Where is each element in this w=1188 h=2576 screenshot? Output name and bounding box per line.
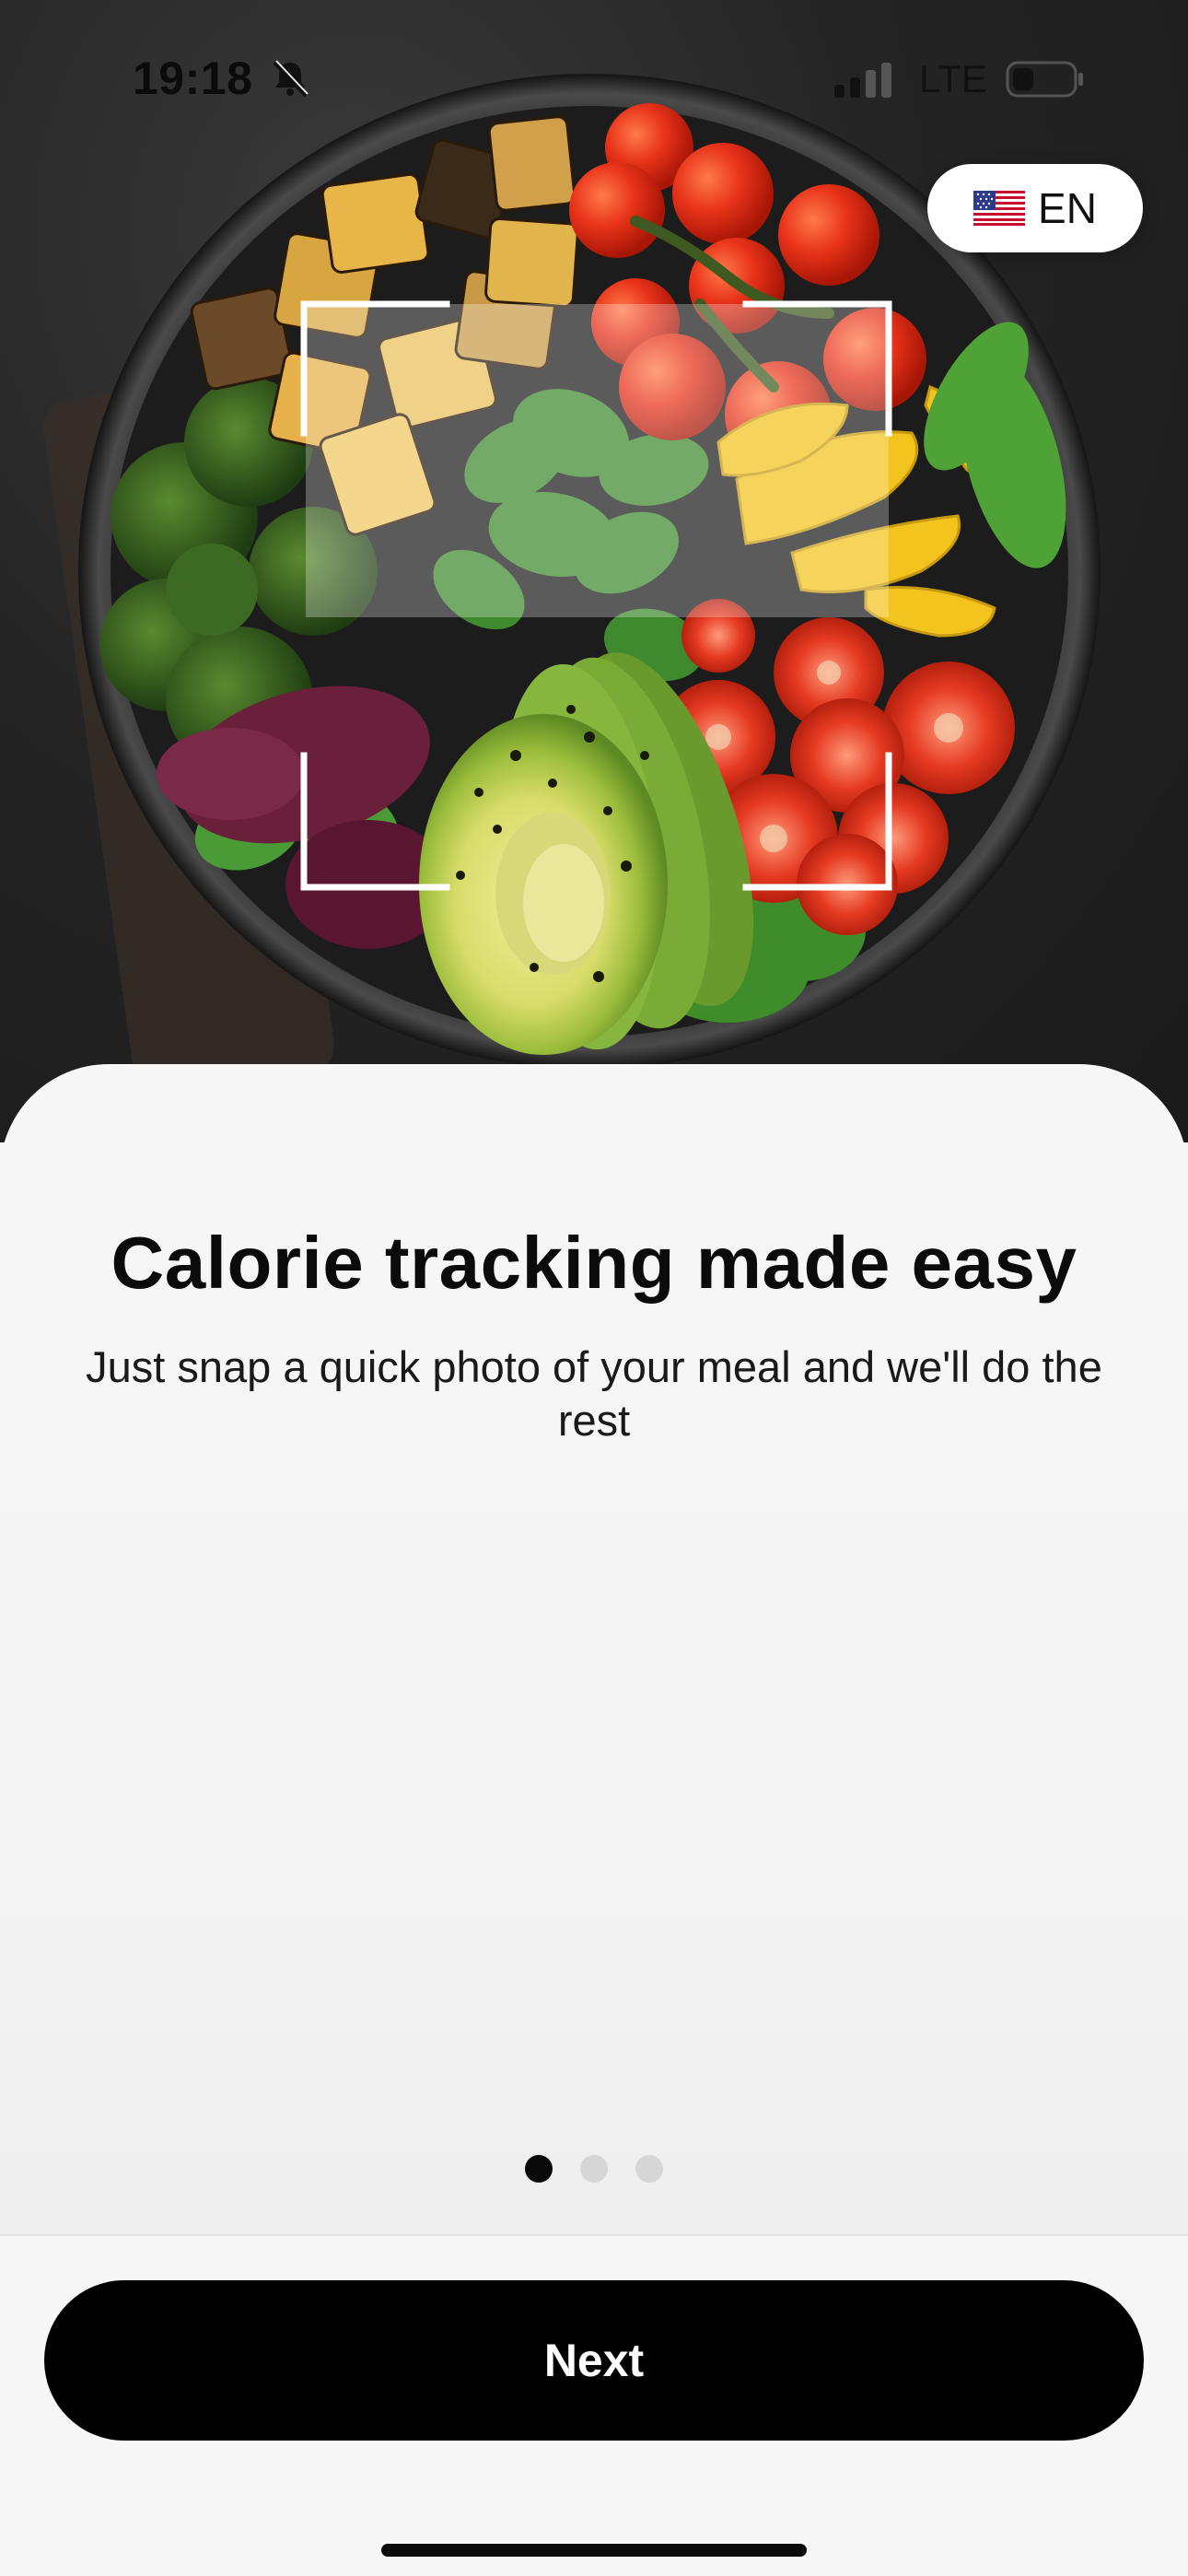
- onboarding-sheet: Calorie tracking made easy Just snap a q…: [0, 1064, 1188, 2234]
- page-dot-2[interactable]: [580, 2155, 608, 2183]
- language-code: EN: [1038, 184, 1097, 232]
- food-bowl-photo: 19:18 LTE EN: [0, 0, 1188, 1142]
- signal-icon: [834, 63, 891, 98]
- page-indicator: [0, 2155, 1188, 2183]
- home-indicator[interactable]: [381, 2544, 807, 2557]
- language-selector[interactable]: EN: [927, 164, 1143, 252]
- status-time: 19:18: [133, 53, 253, 104]
- next-button[interactable]: Next: [44, 2280, 1144, 2441]
- page-dot-3[interactable]: [635, 2155, 663, 2183]
- onboarding-screen: 19:18 LTE EN Calorie tracking made easy …: [0, 0, 1188, 2576]
- page-dot-1[interactable]: [525, 2155, 553, 2183]
- bell-slash-icon: [273, 60, 309, 98]
- footer: Next: [0, 2234, 1188, 2576]
- network-type: LTE: [919, 57, 987, 100]
- page-title: Calorie tracking made easy: [111, 1222, 1077, 1304]
- page-subtitle: Just snap a quick photo of your meal and…: [86, 1342, 1102, 1445]
- battery-icon: [1006, 61, 1083, 98]
- us-flag-icon: [973, 191, 1026, 226]
- status-bar: 19:18 LTE: [0, 0, 1188, 157]
